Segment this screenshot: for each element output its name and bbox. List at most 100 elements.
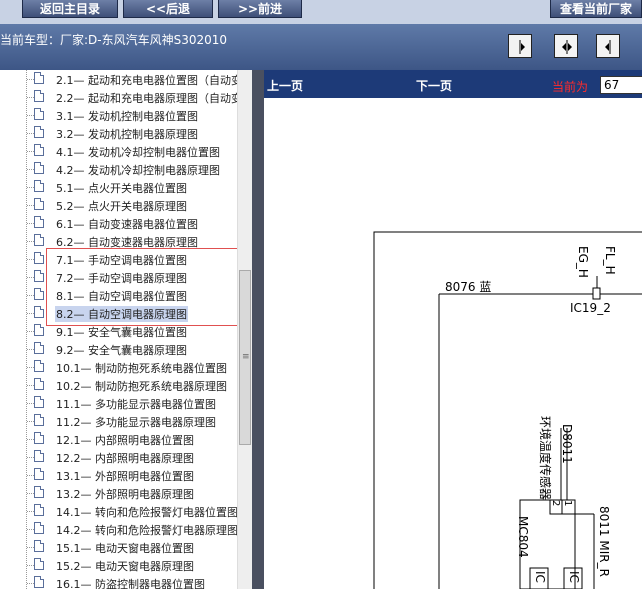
document-icon <box>34 486 44 498</box>
tree-item[interactable]: 16.1— 防盗控制器电器位置图 <box>0 574 240 589</box>
scroll-thumb[interactable]: ≡ <box>239 270 251 445</box>
tree-item[interactable]: 5.2— 点火开关电器原理图 <box>0 196 240 214</box>
tree-item-label[interactable]: 16.1— 防盗控制器电器位置图 <box>55 576 206 589</box>
tree-item[interactable]: 10.2— 制动防抱死系统电器原理图 <box>0 376 240 394</box>
tree-connector <box>27 403 34 404</box>
document-icon <box>34 252 44 264</box>
tree-item[interactable]: 3.1— 发动机控制电器位置图 <box>0 106 240 124</box>
tree-item-label[interactable]: 10.2— 制动防抱死系统电器原理图 <box>55 378 228 394</box>
tree-item[interactable]: 15.1— 电动天窗电器位置图 <box>0 538 240 556</box>
document-icon <box>34 270 44 282</box>
tree-connector <box>27 367 34 368</box>
tree-item-label[interactable]: 2.1— 起动和充电电器位置图（自动变 <box>55 72 243 88</box>
layout-split-button[interactable] <box>554 34 578 58</box>
tree-connector <box>27 439 34 440</box>
label-pin-2: 2 <box>550 500 561 507</box>
tree-item[interactable]: 4.1— 发动机冷却控制电器位置图 <box>0 142 240 160</box>
tree-item-label[interactable]: 13.1— 外部照明电器位置图 <box>55 468 195 484</box>
tree-item-label[interactable]: 11.2— 多功能显示器电器原理图 <box>55 414 217 430</box>
tree-item[interactable]: 14.2— 转向和危险报警灯电器原理图 <box>0 520 240 538</box>
tree-item-label[interactable]: 14.2— 转向和危险报警灯电器原理图 <box>55 522 239 538</box>
tree-item[interactable]: 14.1— 转向和危险报警灯电器位置图 <box>0 502 240 520</box>
label-mc804: MC804 <box>516 516 530 558</box>
prev-page-link[interactable]: 上一页 <box>267 77 303 94</box>
layout-left-button[interactable] <box>508 34 532 58</box>
back-button[interactable]: <<后退 <box>123 0 213 18</box>
tree-connector <box>27 187 34 188</box>
tree-connector <box>27 133 34 134</box>
back-main-button[interactable]: 返回主目录 <box>22 0 118 18</box>
view-current-button[interactable]: 查看当前厂家 <box>550 0 642 18</box>
document-icon <box>34 72 44 84</box>
tree-item-label[interactable]: 12.1— 内部照明电器位置图 <box>55 432 195 448</box>
tree-item-label[interactable]: 12.2— 内部照明电器原理图 <box>55 450 195 466</box>
tree-item[interactable]: 11.2— 多功能显示器电器原理图 <box>0 412 240 430</box>
tree-connector <box>27 349 34 350</box>
document-icon <box>34 378 44 390</box>
tree-item[interactable]: 2.2— 起动和充电电器原理图（自动变 <box>0 88 243 106</box>
tree-connector <box>27 547 34 548</box>
tree-scrollbar[interactable]: ≡ <box>237 70 252 589</box>
document-icon <box>34 144 44 156</box>
document-icon <box>34 234 44 246</box>
panel-split-icon <box>562 40 572 54</box>
tree-item[interactable]: 2.1— 起动和充电电器位置图（自动变 <box>0 70 243 88</box>
diagram-canvas: FL_H EG_H 8076 蓝 IC19_2 D8011 环境温度传感器 MC… <box>264 98 642 589</box>
tree-item-label[interactable]: 10.1— 制动防抱死系统电器位置图 <box>55 360 228 376</box>
document-icon <box>34 108 44 120</box>
next-page-link[interactable]: 下一页 <box>416 77 452 94</box>
tree-item[interactable]: 12.1— 内部照明电器位置图 <box>0 430 240 448</box>
tree-item[interactable]: 10.1— 制动防抱死系统电器位置图 <box>0 358 240 376</box>
tree-item[interactable]: 15.2— 电动天窗电器原理图 <box>0 556 240 574</box>
top-toolbar: 返回主目录 <<后退 >>前进 查看当前厂家 <box>0 0 642 24</box>
tree-item-label[interactable]: 4.1— 发动机冷却控制电器位置图 <box>55 144 221 160</box>
tree-item-label[interactable]: 5.2— 点火开关电器原理图 <box>55 198 188 214</box>
tree-item[interactable]: 5.1— 点火开关电器位置图 <box>0 178 240 196</box>
tree-item-label[interactable]: 11.1— 多功能显示器电器位置图 <box>55 396 217 412</box>
tree-connector <box>27 151 34 152</box>
tree-item[interactable]: 6.1— 自动变速器电器位置图 <box>0 214 240 232</box>
document-icon <box>34 288 44 300</box>
tree-connector <box>27 331 34 332</box>
tree-item-label[interactable]: 13.2— 外部照明电器原理图 <box>55 486 195 502</box>
tree-item-label[interactable]: 14.1— 转向和危险报警灯电器位置图 <box>55 504 239 520</box>
tree-item[interactable]: 9.2— 安全气囊电器原理图 <box>0 340 240 358</box>
tree-item-label[interactable]: 15.1— 电动天窗电器位置图 <box>55 540 195 556</box>
tree-item-label[interactable]: 2.2— 起动和充电电器原理图（自动变 <box>55 90 243 106</box>
tree-connector <box>27 457 34 458</box>
tree-item-label[interactable]: 15.2— 电动天窗电器原理图 <box>55 558 195 574</box>
tree-connector <box>27 529 34 530</box>
tree-connector <box>27 169 34 170</box>
panel-left-icon <box>519 40 525 54</box>
document-icon <box>34 360 44 372</box>
tree-item[interactable]: 3.2— 发动机控制电器原理图 <box>0 124 240 142</box>
tree-item[interactable]: 13.2— 外部照明电器原理图 <box>0 484 240 502</box>
tree-item[interactable]: 13.1— 外部照明电器位置图 <box>0 466 240 484</box>
document-icon <box>34 324 44 336</box>
current-page-input[interactable]: 67 <box>600 76 642 94</box>
tree-item-label[interactable]: 9.1— 安全气囊电器位置图 <box>55 324 188 340</box>
catalog-tree: 2.1— 起动和充电电器位置图（自动变 2.2— 起动和充电电器原理图（自动变 3.… <box>0 70 252 589</box>
document-icon <box>34 198 44 210</box>
tree-item-label[interactable]: 3.1— 发动机控制电器位置图 <box>55 108 199 124</box>
document-icon <box>34 504 44 516</box>
tree-item-label[interactable]: 4.2— 发动机冷却控制电器原理图 <box>55 162 221 178</box>
tree-item[interactable]: 11.1— 多功能显示器电器位置图 <box>0 394 240 412</box>
document-icon <box>34 162 44 174</box>
document-icon <box>34 414 44 426</box>
layout-right-button[interactable] <box>596 34 620 58</box>
tree-item-label[interactable]: 5.1— 点火开关电器位置图 <box>55 180 188 196</box>
document-icon <box>34 342 44 354</box>
pane-divider[interactable] <box>252 70 264 589</box>
panel-right-icon <box>605 40 611 54</box>
tree-connector <box>27 259 34 260</box>
document-icon <box>34 306 44 318</box>
label-eg-h: EG_H <box>576 246 590 278</box>
document-icon <box>34 396 44 408</box>
tree-item-label[interactable]: 6.1— 自动变速器电器位置图 <box>55 216 199 232</box>
tree-item[interactable]: 12.2— 内部照明电器原理图 <box>0 448 240 466</box>
tree-item-label[interactable]: 3.2— 发动机控制电器原理图 <box>55 126 199 142</box>
tree-item[interactable]: 4.2— 发动机冷却控制电器原理图 <box>0 160 240 178</box>
forward-button[interactable]: >>前进 <box>218 0 302 18</box>
tree-item-label[interactable]: 9.2— 安全气囊电器原理图 <box>55 342 188 358</box>
